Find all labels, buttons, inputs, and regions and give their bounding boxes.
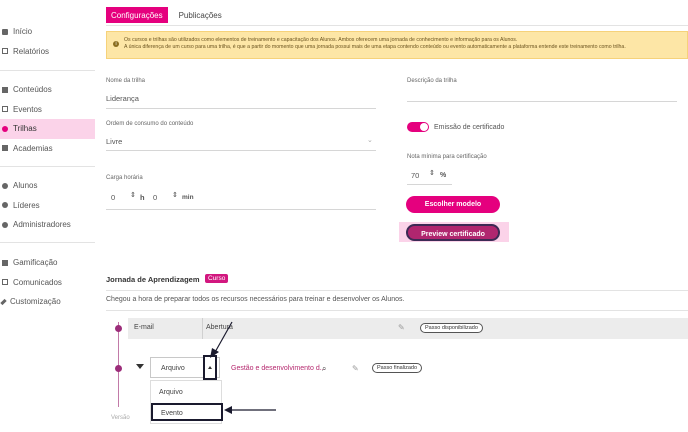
leader-icon	[2, 202, 8, 209]
dropdown-option-arquivo[interactable]: Arquivo	[151, 384, 223, 402]
row-col-email: E-mail	[134, 324, 154, 331]
annotation-arrow-up	[210, 321, 233, 358]
game-icon	[2, 259, 8, 266]
certificate-toggle[interactable]	[407, 122, 429, 132]
hours-input[interactable]: 0	[111, 193, 115, 202]
course-badge: Curso	[205, 274, 229, 283]
order-select[interactable]: Livre	[106, 137, 122, 146]
minutes-unit: min	[182, 194, 194, 201]
message-icon	[2, 279, 8, 286]
certificate-label: Emissão de certificado	[434, 124, 505, 131]
sidebar-item-academias[interactable]: Academias	[0, 139, 95, 159]
sidebar-item-inicio[interactable]: Início	[0, 22, 95, 42]
sidebar-item-alunos[interactable]: Alunos	[0, 176, 95, 196]
description-label: Descrição da trilha	[407, 78, 457, 84]
order-label: Ordem de consumo do conteúdo	[106, 121, 194, 127]
main-content: Configurações Publicações i Os cursos e …	[95, 0, 688, 432]
sidebar-item-customizacao[interactable]: Customização	[0, 292, 95, 312]
min-grade-stepper-icon[interactable]: ⇕	[429, 169, 435, 177]
content-link[interactable]: Gestão e desenvolvimento d...	[231, 365, 326, 372]
sidebar-divider	[0, 242, 95, 243]
trail-icon	[2, 125, 8, 132]
search-icon[interactable]: ⌕	[322, 364, 326, 374]
minutes-input[interactable]: 0	[153, 193, 157, 202]
step-type-dropdown: Arquivo Evento	[150, 380, 223, 424]
sidebar-group-3: Alunos Líderes Administradores	[0, 176, 95, 235]
content-icon	[2, 86, 8, 93]
sidebar-group-1: Início Relatórios	[0, 22, 95, 61]
preview-certificate-button[interactable]: Preview certificado	[406, 224, 500, 241]
user-icon	[2, 182, 8, 189]
name-underline	[106, 108, 376, 109]
sidebar-item-relatorios[interactable]: Relatórios	[0, 42, 95, 62]
hours-label: Carga horária	[106, 175, 143, 181]
tabs-divider	[106, 25, 688, 26]
name-label: Nome da trilha	[106, 78, 146, 84]
banner-line-1: Os cursos e trilhas são utilizados como …	[124, 37, 518, 43]
admin-icon	[2, 221, 8, 228]
toggle-knob	[420, 123, 428, 131]
version-label: Versão	[111, 415, 130, 421]
annotation-arrow-left	[224, 406, 276, 414]
choose-model-button[interactable]: Escolher modelo	[406, 196, 500, 213]
tabs: Configurações Publicações	[106, 7, 227, 23]
chart-icon	[2, 48, 8, 55]
hours-underline	[106, 209, 376, 210]
sidebar-item-conteudos[interactable]: Conteúdos	[0, 80, 95, 100]
hours-stepper-icon[interactable]: ⇕	[130, 191, 136, 199]
info-banner: i Os cursos e trilhas são utilizados com…	[106, 31, 688, 59]
sidebar-item-eventos[interactable]: Eventos	[0, 100, 95, 120]
sidebar-item-comunicados[interactable]: Comunicados	[0, 273, 95, 293]
academy-icon	[2, 145, 8, 152]
edit-icon[interactable]: ✎	[398, 323, 405, 332]
sidebar-divider	[0, 166, 95, 167]
status-pill-available: Passo disponibilizado	[420, 323, 483, 333]
edit-icon[interactable]: ✎	[352, 364, 359, 373]
sidebar-item-administradores[interactable]: Administradores	[0, 215, 95, 235]
min-grade-unit: %	[440, 172, 447, 179]
sidebar-item-trilhas[interactable]: Trilhas	[0, 119, 95, 139]
sidebar: Início Relatórios Conteúdos Eventos Tril…	[0, 0, 95, 432]
name-input[interactable]: Liderança	[106, 94, 139, 103]
min-grade-input[interactable]: 70	[411, 171, 419, 180]
hours-unit: h	[140, 193, 145, 202]
dropdown-option-evento[interactable]: Evento	[151, 403, 223, 421]
home-icon	[2, 28, 8, 35]
sidebar-item-lideres[interactable]: Líderes	[0, 196, 95, 216]
tab-configuracoes[interactable]: Configurações	[106, 7, 168, 23]
brush-icon	[0, 298, 7, 305]
min-grade-label: Nota mínima para certificação	[407, 154, 487, 160]
order-underline	[106, 150, 376, 151]
timeline-dot	[115, 365, 122, 372]
description-underline	[407, 101, 677, 102]
tab-publicacoes[interactable]: Publicações	[174, 7, 227, 23]
minutes-stepper-icon[interactable]: ⇕	[172, 191, 178, 199]
timeline-dot	[115, 325, 122, 332]
chevron-up-icon	[208, 366, 212, 369]
journey-divider-2	[106, 310, 688, 311]
sidebar-item-gamificacao[interactable]: Gamificação	[0, 253, 95, 273]
journey-subtitle: Chegou a hora de preparar todos os recur…	[106, 296, 405, 303]
banner-line-2: A única diferença de um curso para uma t…	[124, 44, 626, 50]
expand-caret-icon[interactable]	[136, 364, 144, 369]
info-icon: i	[113, 41, 119, 47]
sidebar-group-2: Conteúdos Eventos Trilhas Academias	[0, 80, 95, 158]
sidebar-group-4: Gamificação Comunicados Customização	[0, 253, 95, 312]
chevron-down-icon[interactable]: ⌄	[367, 136, 373, 144]
sidebar-divider	[0, 70, 95, 71]
journey-divider	[106, 290, 688, 291]
calendar-icon	[2, 106, 8, 113]
journey-title: Jornada de Aprendizagem	[106, 275, 200, 284]
status-pill-finished: Passo finalizado	[372, 363, 423, 373]
min-grade-underline	[407, 184, 452, 185]
